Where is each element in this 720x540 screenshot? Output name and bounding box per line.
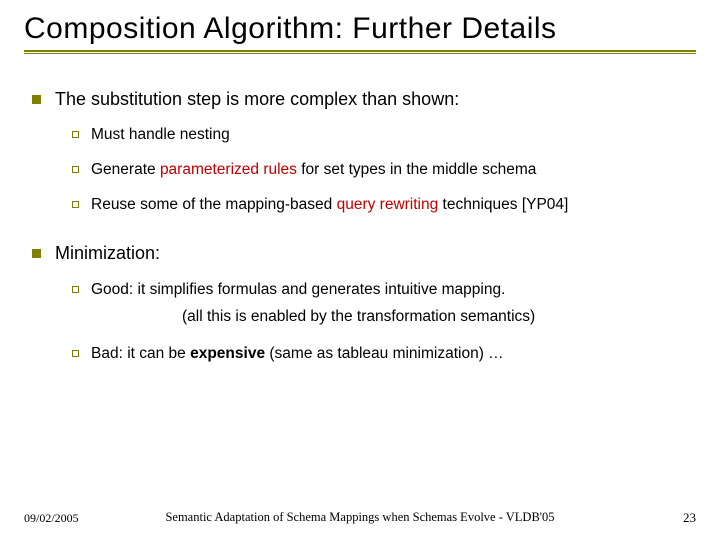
sub-bullet-icon bbox=[72, 350, 79, 357]
bullet-item: Minimization: bbox=[32, 242, 696, 265]
text-run: techniques [YP04] bbox=[438, 196, 568, 213]
text-run: Generate bbox=[91, 161, 160, 178]
text-run: for set types in the middle schema bbox=[297, 161, 537, 178]
slide-footer: 09/02/2005 Semantic Adaptation of Schema… bbox=[0, 510, 720, 526]
text-run: Good: it simplifies formulas and generat… bbox=[91, 281, 505, 298]
sub-list: Must handle nesting Generate parameteriz… bbox=[32, 125, 696, 216]
footer-title: Semantic Adaptation of Schema Mappings w… bbox=[165, 510, 554, 525]
bullet-icon bbox=[32, 95, 41, 104]
sub-bullet-icon bbox=[72, 131, 79, 138]
text-run-bold: expensive bbox=[190, 345, 265, 362]
bullet-item: The substitution step is more complex th… bbox=[32, 88, 696, 111]
bullet-text: Minimization: bbox=[55, 242, 160, 265]
sub-text: Must handle nesting bbox=[91, 125, 230, 146]
text-run-accent: query rewriting bbox=[337, 196, 439, 213]
bullet-text: The substitution step is more complex th… bbox=[55, 88, 459, 111]
sub-item: Must handle nesting bbox=[72, 125, 696, 146]
sub-text: Generate parameterized rules for set typ… bbox=[91, 160, 536, 181]
text-run: Bad: it can be bbox=[91, 345, 190, 362]
sub-item: Good: it simplifies formulas and generat… bbox=[72, 280, 696, 301]
sub-text: Good: it simplifies formulas and generat… bbox=[91, 280, 505, 301]
text-run-accent: parameterized rules bbox=[160, 161, 297, 178]
footer-date: 09/02/2005 bbox=[24, 511, 79, 526]
sub-item: Bad: it can be expensive (same as tablea… bbox=[72, 344, 696, 365]
sub-text: Bad: it can be expensive (same as tablea… bbox=[91, 344, 504, 365]
sub-note: (all this is enabled by the transformati… bbox=[72, 308, 696, 326]
footer-page-number: 23 bbox=[683, 510, 696, 526]
sub-list: Good: it simplifies formulas and generat… bbox=[32, 280, 696, 366]
sub-item: Generate parameterized rules for set typ… bbox=[72, 160, 696, 181]
text-run: Must handle nesting bbox=[91, 126, 230, 143]
sub-item: Reuse some of the mapping-based query re… bbox=[72, 195, 696, 216]
sub-bullet-icon bbox=[72, 201, 79, 208]
sub-text: Reuse some of the mapping-based query re… bbox=[91, 195, 568, 216]
title-underline bbox=[24, 50, 696, 54]
bullet-icon bbox=[32, 249, 41, 258]
text-run: Reuse some of the mapping-based bbox=[91, 196, 337, 213]
text-run: (same as tableau minimization) … bbox=[265, 345, 504, 362]
slide: Composition Algorithm: Further Details T… bbox=[0, 0, 720, 540]
slide-title: Composition Algorithm: Further Details bbox=[24, 12, 696, 46]
sub-bullet-icon bbox=[72, 166, 79, 173]
slide-content: The substitution step is more complex th… bbox=[24, 56, 696, 365]
sub-bullet-icon bbox=[72, 286, 79, 293]
